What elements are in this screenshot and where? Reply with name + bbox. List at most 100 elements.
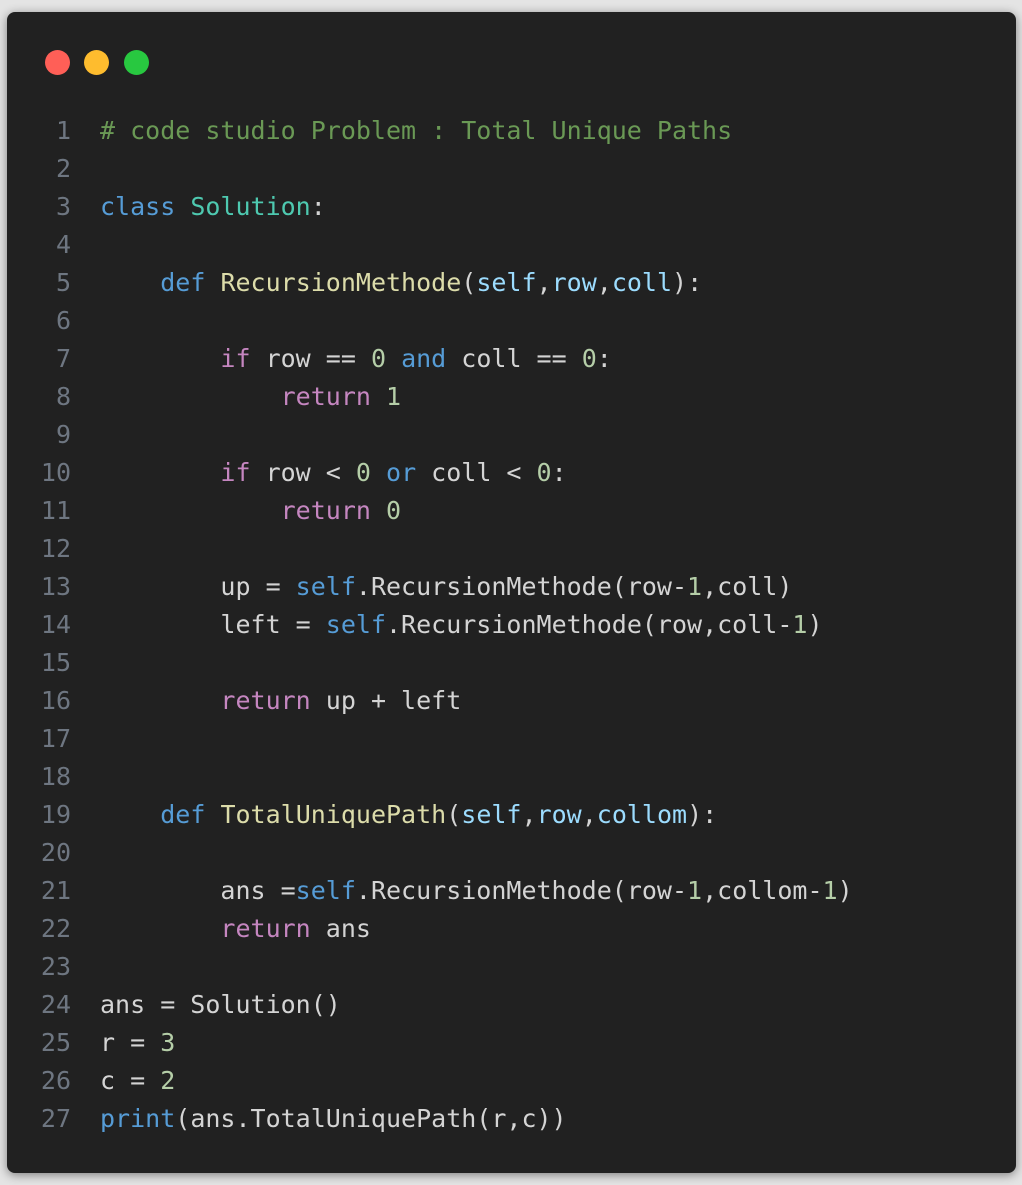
code-token-control: return [220,914,311,943]
code-token-plain: up = [100,572,296,601]
code-token-plain: .RecursionMethode(row- [355,876,688,905]
line-source: left = self.RecursionMethode(row,coll-1) [100,606,823,644]
code-token-plain: ( [446,800,462,829]
line-number: 10 [40,458,71,487]
code-line: 13 up = self.RecursionMethode(row-1,coll… [7,568,1016,606]
code-line: 10 if row < 0 or coll < 0: [7,454,1016,492]
code-window: 1 # code studio Problem : Total Unique Pa… [7,12,1016,1173]
code-token-plain: ans [310,914,371,943]
code-token-plain: left = [100,610,326,639]
code-token-plain: (ans.TotalUniquePath(r,c)) [175,1104,567,1133]
code-token-param: row [536,800,582,829]
code-token-param: self [476,268,537,297]
code-token-number: 0 [355,458,371,487]
code-token-plain: ,coll) [702,572,793,601]
code-line: 21 ans =self.RecursionMethode(row-1,coll… [7,872,1016,910]
code-token-builtin: print [100,1104,176,1133]
line-number: 18 [40,762,71,791]
code-line: 7 if row == 0 and coll == 0: [7,340,1016,378]
code-line: 16 return up + left [7,682,1016,720]
code-line: 24 ans = Solution() [7,986,1016,1024]
code-token-plain: , [536,268,552,297]
code-token-number: 0 [581,344,597,373]
line-number: 15 [40,648,71,677]
code-token-plain: row < [250,458,356,487]
code-line: 27 print(ans.TotalUniquePath(r,c)) [7,1100,1016,1138]
line-number: 9 [55,420,71,449]
code-line: 11 return 0 [7,492,1016,530]
code-line: 26 c = 2 [7,1062,1016,1100]
maximize-window-button[interactable] [124,50,149,75]
code-token-plain: ( [461,268,477,297]
line-number: 19 [40,800,71,829]
line-source: up = self.RecursionMethode(row-1,coll) [100,568,792,606]
code-line: 3 class Solution: [7,188,1016,226]
code-line: 25 r = 3 [7,1024,1016,1062]
code-token-plain: coll == [446,344,582,373]
code-token-func: TotalUniquePath [220,800,447,829]
code-line: 5 def RecursionMethode(self,row,coll): [7,264,1016,302]
code-token-number: 2 [160,1066,176,1095]
code-token-plain: ) [807,610,823,639]
line-source: # code studio Problem : Total Unique Pat… [100,112,732,150]
line-number: 2 [55,154,71,183]
line-number: 5 [55,268,71,297]
code-token-plain: ) [837,876,853,905]
code-token-number: 0 [536,458,552,487]
code-token-class: Solution [190,192,311,221]
code-token-plain: ,collom- [702,876,823,905]
code-token-plain: , [521,800,537,829]
code-token-keyword: self [295,572,356,601]
code-line: 20 [7,834,1016,872]
code-line: 23 [7,948,1016,986]
line-source: return 1 [100,378,401,416]
code-line: 14 left = self.RecursionMethode(row,coll… [7,606,1016,644]
close-window-button[interactable] [45,50,70,75]
code-token-plain: r = [100,1028,161,1057]
code-token-number: 1 [792,610,808,639]
line-source: if row == 0 and coll == 0: [100,340,611,378]
code-line: 17 [7,720,1016,758]
code-token-plain: , [581,800,597,829]
code-line: 1 # code studio Problem : Total Unique Pa… [7,112,1016,150]
line-source: print(ans.TotalUniquePath(r,c)) [100,1100,567,1138]
line-source: c = 2 [100,1062,175,1100]
code-block: 1 # code studio Problem : Total Unique Pa… [7,112,1016,1138]
code-token-control: return [280,496,371,525]
code-token-keyword: self [295,876,356,905]
line-number: 1 [55,116,71,145]
code-line: 15 [7,644,1016,682]
code-token-plain: .RecursionMethode(row,coll- [386,610,793,639]
code-token-plain: ans = Solution() [100,990,341,1019]
code-token-plain: up + left [310,686,462,715]
line-source: r = 3 [100,1024,175,1062]
code-token-keyword: self [325,610,386,639]
line-number: 20 [40,838,71,867]
code-token-plain: coll < [416,458,537,487]
code-token-control: if [220,458,251,487]
code-token-number: 1 [687,572,703,601]
code-token-control: return [280,382,371,411]
line-number: 16 [40,686,71,715]
code-token-keyword: class [100,192,176,221]
code-line: 4 [7,226,1016,264]
code-line: 22 return ans [7,910,1016,948]
line-number: 17 [40,724,71,753]
code-token-keyword: def [160,800,206,829]
code-token-plain: ans = [100,876,296,905]
code-line: 18 [7,758,1016,796]
code-token-control: return [220,686,311,715]
code-token-number: 0 [370,344,387,373]
line-source: return 0 [100,492,401,530]
line-source: return up + left [100,682,461,720]
line-source: def RecursionMethode(self,row,coll): [100,264,702,302]
minimize-window-button[interactable] [84,50,109,75]
line-number: 21 [40,876,71,905]
